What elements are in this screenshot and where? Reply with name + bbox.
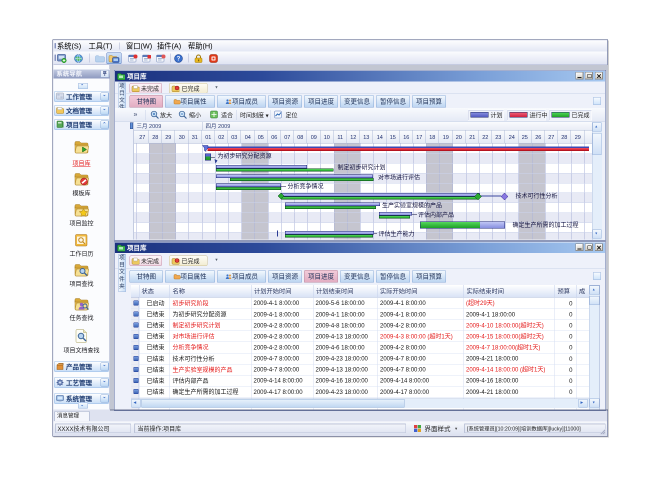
- svg-text:?: ?: [177, 57, 181, 63]
